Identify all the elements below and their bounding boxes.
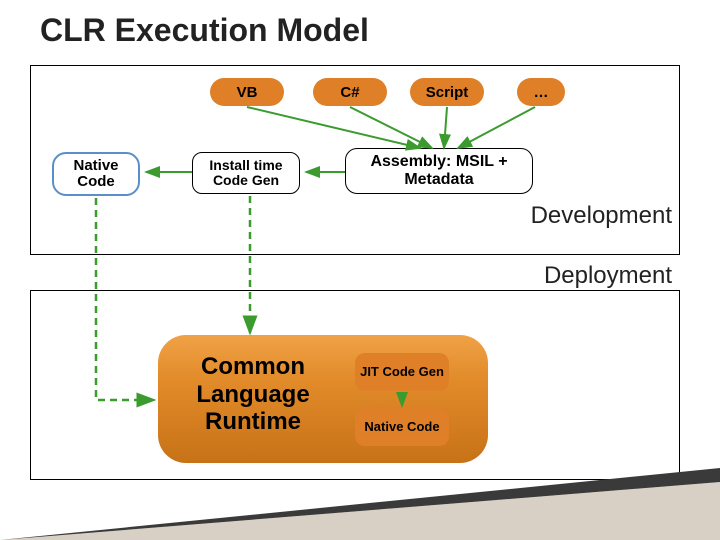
install-time-codegen-box: Install time Code Gen (192, 152, 300, 194)
decorative-wedge (0, 460, 720, 540)
lang-script: Script (410, 78, 484, 106)
clr-label: Common Language Runtime (178, 353, 328, 436)
assembly-box: Assembly: MSIL + Metadata (345, 148, 533, 194)
jit-codegen-box: JIT Code Gen (355, 353, 449, 391)
lang-csharp: C# (313, 78, 387, 106)
development-label: Development (531, 202, 672, 230)
native-code-box: Native Code (52, 152, 140, 196)
deployment-label: Deployment (544, 262, 672, 290)
native-code-2-box: Native Code (355, 408, 449, 446)
lang-ellipsis: … (517, 78, 565, 106)
lang-vb: VB (210, 78, 284, 106)
page-title: CLR Execution Model (0, 0, 720, 49)
